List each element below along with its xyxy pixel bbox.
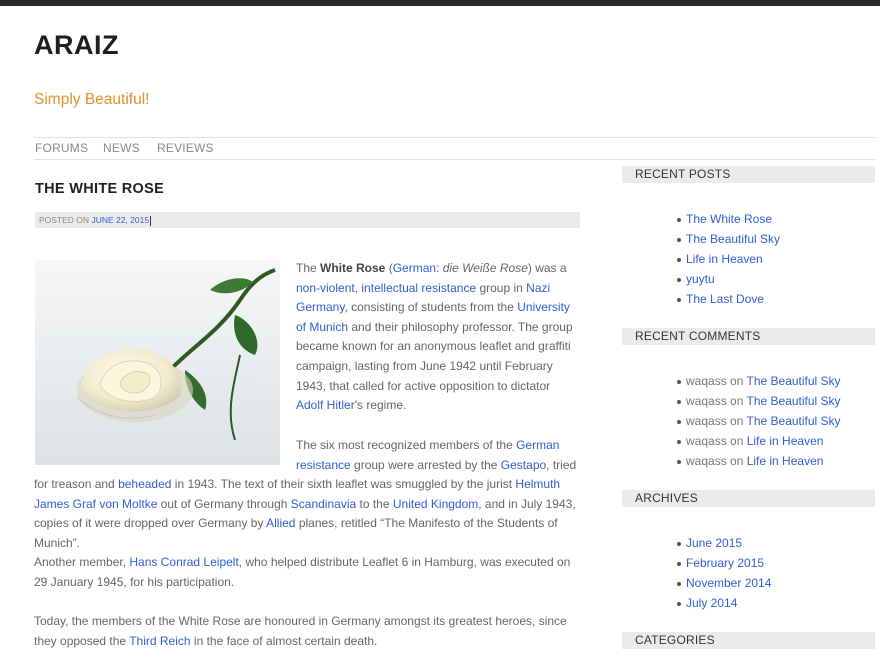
comment-author: waqass xyxy=(686,413,727,428)
text: The xyxy=(296,261,321,275)
list-item: February 2015 xyxy=(676,554,771,574)
comment-post-link[interactable]: The Beautiful Sky xyxy=(747,374,841,388)
link-adolf-hitler[interactable]: Adolf Hitler xyxy=(296,398,355,412)
archives-list: June 2015 February 2015 November 2014 Ju… xyxy=(676,534,771,614)
list-item: The Beautiful Sky xyxy=(676,230,780,250)
list-item: July 2014 xyxy=(676,594,771,614)
text: Another member, xyxy=(34,555,130,569)
list-item: waqass on The Beautiful Sky xyxy=(677,392,841,412)
text-cursor xyxy=(150,215,152,226)
archive-link[interactable]: June 2015 xyxy=(686,536,742,550)
text: , tried xyxy=(546,457,577,472)
list-item: June 2015 xyxy=(676,534,771,554)
link-intellectual-resistance[interactable]: intellectual resistance xyxy=(361,281,476,295)
comment-post-link[interactable]: Life in Heaven xyxy=(747,434,824,448)
list-item: waqass on The Beautiful Sky xyxy=(677,412,841,432)
list-item: The White Rose xyxy=(676,210,780,230)
text: for treason and xyxy=(34,477,119,491)
text: on xyxy=(726,374,747,388)
text: on xyxy=(726,413,747,428)
widget-title-recent-posts: RECENT POSTS xyxy=(622,166,875,183)
comment-author: waqass xyxy=(686,433,727,448)
bold-text: White Rose xyxy=(320,261,386,275)
post-date-link[interactable]: JUNE 22, 2015 xyxy=(91,215,149,225)
link-united-kingdom[interactable]: United Kingdom xyxy=(393,497,478,511)
link-gestapo[interactable]: Gestapo xyxy=(501,458,546,472)
list-item: The Last Dove xyxy=(676,290,780,310)
comment-author: waqass xyxy=(686,453,727,468)
post-title[interactable]: THE WHITE ROSE xyxy=(35,181,164,197)
post-paragraph-3: Another member, Hans Conrad Leipelt, who… xyxy=(34,553,582,592)
recent-post-link[interactable]: The Last Dove xyxy=(686,292,764,306)
recent-post-link[interactable]: The Beautiful Sky xyxy=(686,232,780,246)
text: group in xyxy=(476,280,527,295)
archive-link[interactable]: July 2014 xyxy=(686,596,737,610)
text: out of Germany through xyxy=(157,496,291,511)
text: , consisting of students from the xyxy=(344,300,518,315)
comment-post-link[interactable]: The Beautiful Sky xyxy=(747,394,841,408)
text: on xyxy=(726,393,747,408)
top-bar xyxy=(0,0,880,6)
list-item: waqass on The Beautiful Sky xyxy=(677,372,841,392)
recent-post-link[interactable]: yuytu xyxy=(686,272,715,286)
archive-link[interactable]: February 2015 xyxy=(686,556,764,570)
white-rose-image xyxy=(35,260,280,465)
link-scandinavia[interactable]: Scandinavia xyxy=(291,497,356,511)
recent-posts-list: The White Rose The Beautiful Sky Life in… xyxy=(676,210,780,310)
text: 's regime. xyxy=(354,398,407,413)
white-rose-icon xyxy=(35,260,280,465)
recent-post-link[interactable]: Life in Heaven xyxy=(686,252,763,266)
list-item: waqass on Life in Heaven xyxy=(677,452,841,472)
list-item: yuytu xyxy=(676,270,780,290)
text: in the face of almost certain death. xyxy=(190,633,378,648)
list-item: Life in Heaven xyxy=(676,250,780,270)
text: to the xyxy=(356,496,393,511)
text: on xyxy=(726,453,747,468)
post-paragraph-1: The White Rose (German: die Weiße Rose) … xyxy=(296,259,580,416)
nav-reviews[interactable]: REVIEWS xyxy=(157,141,214,155)
post-meta-prefix: POSTED ON xyxy=(39,215,90,225)
widget-title-archives: ARCHIVES xyxy=(622,490,875,507)
widget-title-recent-comments: RECENT COMMENTS xyxy=(622,328,875,345)
post-paragraph-2-bottom: for treason and beheaded in 1943. The te… xyxy=(34,475,582,553)
link-allied[interactable]: Allied xyxy=(266,516,295,530)
italic-text: die Weiße Rose xyxy=(442,261,528,275)
post-meta: POSTED ON JUNE 22, 2015 xyxy=(35,212,580,228)
link-beheaded[interactable]: beheaded xyxy=(118,477,171,491)
list-item: waqass on Life in Heaven xyxy=(677,432,841,452)
link-non-violent[interactable]: non-violent xyxy=(296,281,355,295)
post-paragraph-4: Today, the members of the White Rose are… xyxy=(34,612,582,651)
recent-comments-list: waqass on The Beautiful Sky waqass on Th… xyxy=(677,372,841,472)
post-paragraph-2-top: The six most recognized members of the G… xyxy=(296,436,580,475)
nav-forums[interactable]: FORUMS xyxy=(35,141,88,155)
nav-news[interactable]: NEWS xyxy=(103,141,140,155)
widget-title-categories: CATEGORIES xyxy=(622,632,875,649)
text: The six most recognized members of the xyxy=(296,438,517,452)
link-third-reich[interactable]: Third Reich xyxy=(129,634,190,648)
comment-post-link[interactable]: The Beautiful Sky xyxy=(747,414,841,428)
comment-author: waqass xyxy=(686,393,727,408)
link-hans-conrad-leipelt[interactable]: Hans Conrad Leipelt xyxy=(129,555,238,569)
text: ) was a xyxy=(527,261,567,275)
comment-author: waqass xyxy=(686,374,727,388)
link-german[interactable]: German xyxy=(393,261,436,275)
archive-link[interactable]: November 2014 xyxy=(686,576,771,590)
text: in 1943. The text of their sixth leaflet… xyxy=(171,477,516,491)
text: group were arrested by the xyxy=(350,457,501,472)
comment-post-link[interactable]: Life in Heaven xyxy=(747,454,824,468)
text: ( xyxy=(385,261,393,275)
text: : xyxy=(436,261,443,275)
site-title[interactable]: ARAIZ xyxy=(34,30,119,61)
site-tagline: Simply Beautiful! xyxy=(34,91,150,108)
text: on xyxy=(726,433,747,448)
recent-post-link[interactable]: The White Rose xyxy=(686,212,772,226)
list-item: November 2014 xyxy=(676,574,771,594)
main-nav: FORUMS NEWS REVIEWS xyxy=(34,137,876,160)
